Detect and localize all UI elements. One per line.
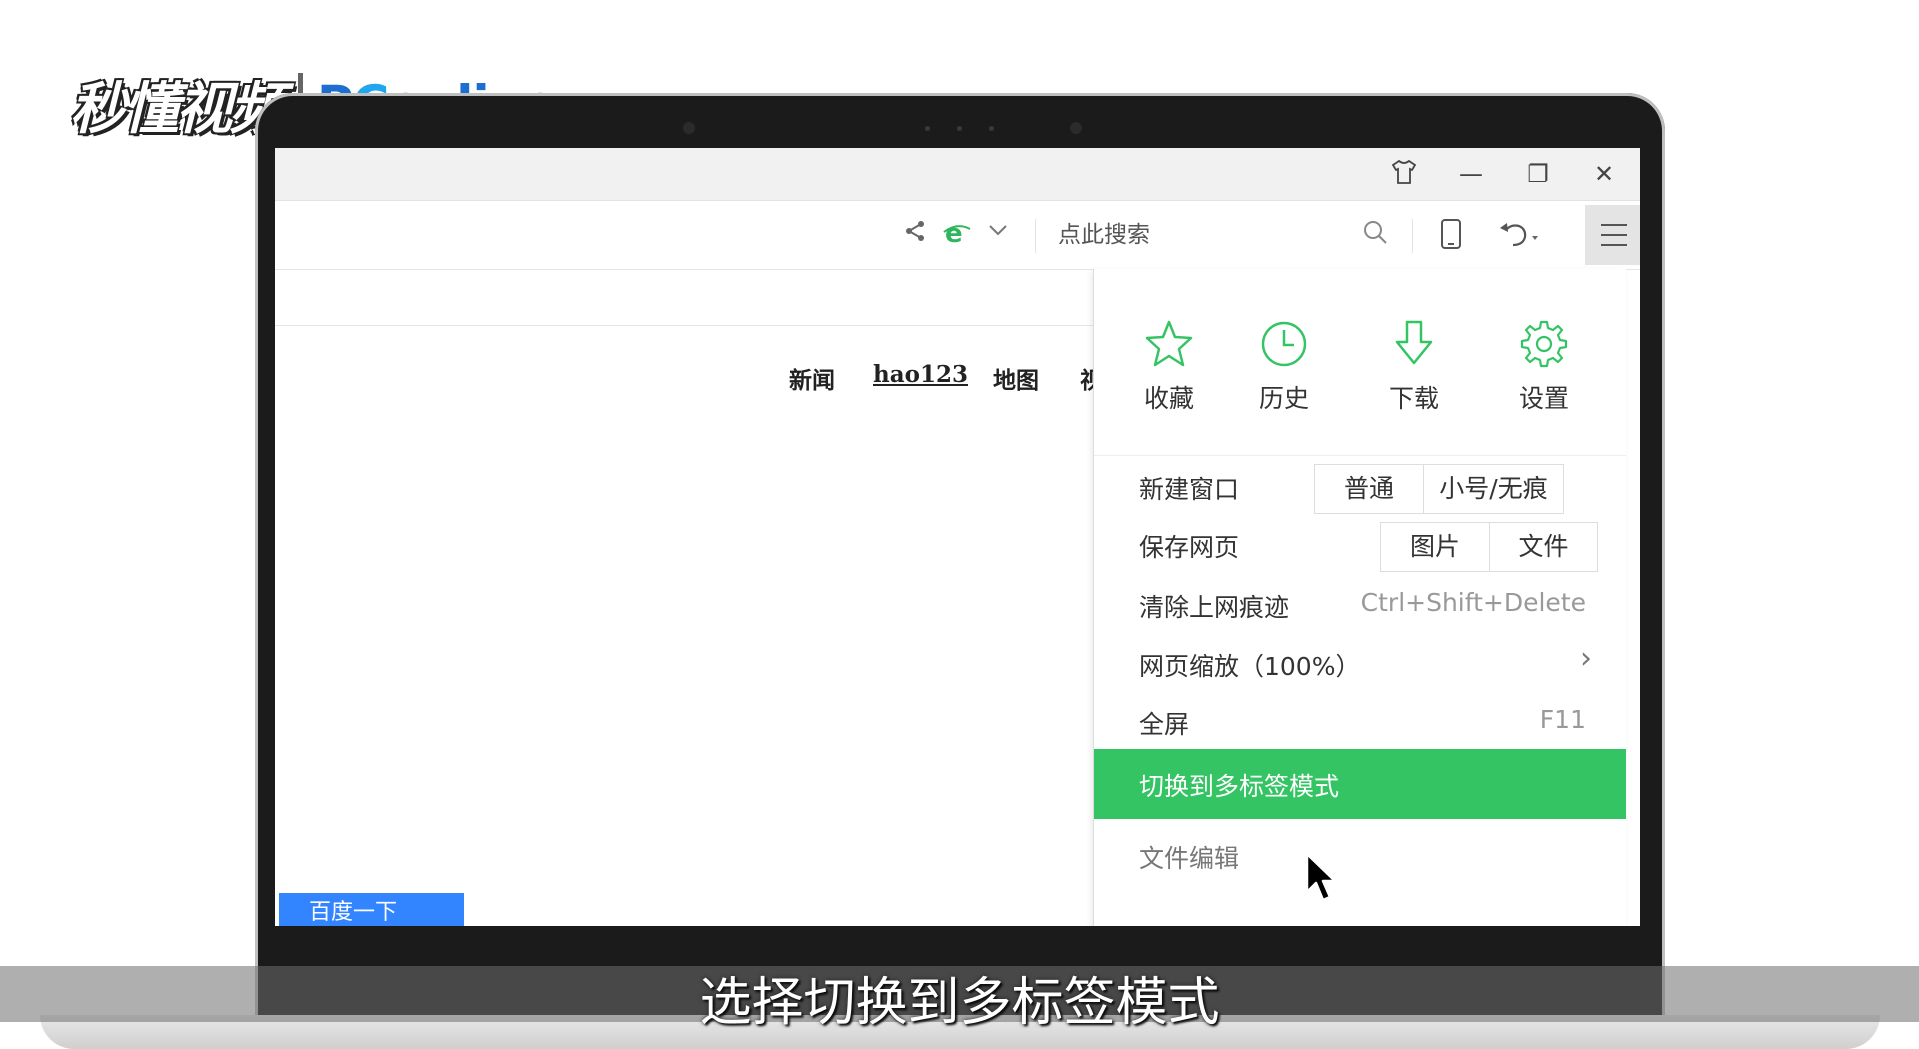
video-subtitle: 选择切换到多标签模式 [699, 973, 1220, 1033]
gear-icon [1520, 320, 1568, 368]
favorites-button[interactable]: 收藏 [1119, 317, 1219, 415]
bezel-dot-2 [957, 126, 962, 131]
download-icon [1395, 320, 1433, 365]
menu-item-zoom[interactable]: 网页缩放（100%） › [1094, 633, 1626, 695]
phone-icon[interactable] [1439, 219, 1463, 251]
ie-mode-icon[interactable]: e [943, 219, 971, 251]
bezel-dot-1 [925, 126, 930, 131]
undo-icon[interactable] [1497, 219, 1543, 251]
new-window-normal-button[interactable]: 普通 [1315, 465, 1423, 513]
menu-item-file-edit[interactable]: 文件编辑 [1094, 819, 1626, 881]
tshirt-icon[interactable] [1388, 158, 1420, 190]
new-window-options: 普通 小号/无痕 [1314, 464, 1564, 514]
title-bar: — ❐ ✕ [275, 148, 1640, 201]
save-as-file-button[interactable]: 文件 [1489, 523, 1597, 571]
clock-icon [1261, 321, 1307, 367]
menu-row-save-page: 保存网页 图片 文件 [1094, 514, 1626, 576]
history-button[interactable]: 历史 [1234, 317, 1334, 415]
menu-row-new-window: 新建窗口 普通 小号/无痕 [1094, 456, 1626, 518]
close-button[interactable]: ✕ [1588, 158, 1620, 190]
settings-button[interactable]: 设置 [1494, 317, 1594, 415]
bezel-sensor-right [1070, 122, 1082, 134]
search-icon[interactable] [1362, 219, 1388, 251]
nav-link-hao123[interactable]: hao123 [873, 361, 968, 388]
chevron-right-icon: › [1580, 641, 1592, 676]
bezel-dot-3 [989, 126, 994, 131]
main-menu-dropdown: 收藏 历史 下载 设置 新建窗口 普通 小号/无痕 保存网页 图片 文件 清除上… [1093, 269, 1626, 926]
bezel-sensor-left [683, 122, 695, 134]
nav-link-news[interactable]: 新闻 [789, 361, 835, 395]
menu-item-fullscreen[interactable]: 全屏 F11 [1094, 691, 1626, 753]
nav-link-map[interactable]: 地图 [993, 361, 1039, 395]
svg-text:e: e [945, 219, 963, 247]
search-input[interactable]: 点此搜索 [1058, 219, 1150, 251]
share-icon[interactable] [903, 219, 927, 251]
shortcut-label: Ctrl+Shift+Delete [1360, 588, 1586, 617]
star-icon [1145, 320, 1193, 367]
page-separator [275, 325, 1095, 326]
mouse-cursor-icon [1305, 852, 1339, 908]
download-button[interactable]: 下载 [1364, 317, 1464, 415]
minimize-button[interactable]: — [1455, 158, 1487, 190]
divider [1035, 219, 1036, 253]
chevron-down-icon[interactable] [987, 219, 1009, 251]
menu-item-switch-multitab[interactable]: 切换到多标签模式 [1094, 749, 1626, 819]
divider [1412, 219, 1413, 253]
shortcut-label: F11 [1539, 705, 1586, 734]
brand-miaodong: 秒懂视频 [70, 76, 285, 142]
browser-screen: — ❐ ✕ e 点此搜索 新闻 hao123 地图 视 百度一下 收藏 历史 下… [275, 148, 1640, 926]
hamburger-menu-icon[interactable] [1585, 205, 1640, 265]
save-as-image-button[interactable]: 图片 [1381, 523, 1489, 571]
baidu-search-button[interactable]: 百度一下 [279, 893, 464, 926]
save-page-options: 图片 文件 [1380, 522, 1598, 572]
new-window-incognito-button[interactable]: 小号/无痕 [1423, 465, 1563, 513]
menu-item-clear-history[interactable]: 清除上网痕迹 Ctrl+Shift+Delete [1094, 574, 1626, 636]
quick-actions: 收藏 历史 下载 设置 [1094, 269, 1626, 456]
address-toolbar: e 点此搜索 [275, 201, 1640, 270]
restore-button[interactable]: ❐ [1522, 158, 1554, 190]
